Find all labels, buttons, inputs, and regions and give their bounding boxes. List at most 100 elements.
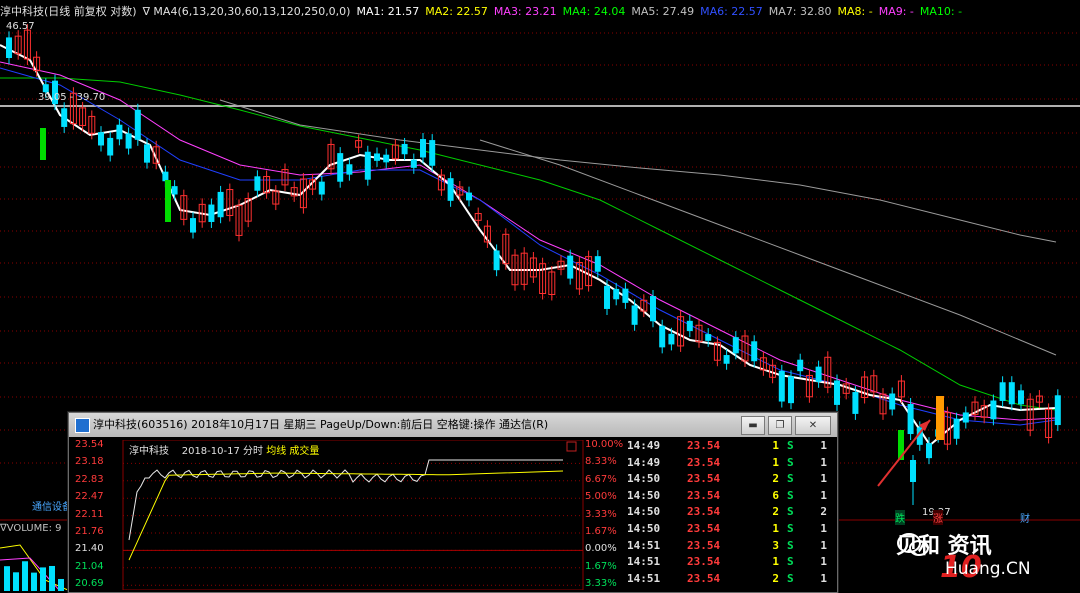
price-axis-label: 22.83 (75, 473, 104, 485)
tick-n: 1 (820, 538, 827, 552)
tick-n: 1 (820, 555, 827, 569)
tick-vol: 2 (772, 505, 779, 519)
price-axis-label: 21.04 (75, 560, 104, 572)
tick-vol: 1 (772, 522, 779, 535)
ma-legend-item: MA1: 21.57 (356, 5, 420, 18)
tick-row[interactable]: 14:50 23.54 6 S 1 (625, 489, 835, 506)
tick-side: S (787, 538, 794, 552)
tick-side: S (787, 488, 794, 502)
tick-price: 23.54 (687, 439, 721, 452)
indicator-legend: 淳中科技(日线 前复权 对数) ∇ MA4(6,13,20,30,60,13,12… (0, 3, 974, 19)
price-axis-label: 20.69 (75, 578, 104, 590)
tick-side: S (787, 455, 794, 469)
tick-vol: 1 (772, 439, 779, 452)
percent-axis-label: 1.67% (585, 526, 617, 537)
tick-vol: 2 (772, 571, 779, 585)
tick-side: S (787, 522, 794, 535)
ma-legend-item: MA6: 22.57 (700, 5, 763, 18)
maximize-button[interactable]: ❐ (768, 416, 792, 435)
watermark-site: Huang.CN (945, 559, 1031, 579)
close-button[interactable]: ✕ (795, 416, 831, 435)
tick-vol: 6 (772, 488, 779, 502)
volume-pane (0, 544, 71, 591)
percent-axis-label: 8.33% (585, 456, 617, 468)
level-range-label: 39.05 - 39.70 (38, 92, 106, 103)
marker-finance[interactable]: 财 (1020, 510, 1030, 525)
tick-time: 14:50 (627, 472, 661, 486)
tick-time: 14:50 (627, 522, 661, 535)
tick-row[interactable]: 14:51 23.54 1 S 1 (625, 555, 835, 572)
percent-axis-label: 6.67% (585, 473, 617, 485)
dialog-titlebar[interactable]: 淳中科技(603516) 2018年10月17日 星期三 PageUp/Down… (69, 413, 837, 437)
ma-legend-item: MA2: 22.57 (425, 5, 488, 18)
price-axis-label: 21.76 (75, 526, 104, 537)
high-price-label: 46.57 (6, 21, 35, 32)
percent-axis-label: 1.67% (585, 560, 617, 572)
tick-n: 1 (820, 455, 827, 469)
price-axis-label: 22.11 (75, 508, 104, 520)
tick-price: 23.54 (687, 488, 721, 502)
ma-legend-item: MA10: - (919, 5, 963, 18)
tick-time: 14:51 (627, 571, 661, 585)
sector-label[interactable]: 通信设备 (32, 498, 72, 513)
tick-side: S (787, 555, 794, 569)
tick-row[interactable]: 14:50 23.54 1 S 1 (625, 522, 835, 539)
ma-legend-item: MA3: 23.21 (493, 5, 557, 18)
tick-price: 23.54 (687, 455, 721, 469)
tick-n: 1 (820, 472, 827, 486)
tick-n: 1 (820, 439, 827, 452)
tick-row[interactable]: 14:51 23.54 2 S 1 (625, 572, 835, 589)
tick-row[interactable]: 14:50 23.54 2 S 1 (625, 472, 835, 489)
tick-time: 14:50 (627, 488, 661, 502)
tick-n: 1 (820, 488, 827, 502)
intraday-dialog[interactable]: 淳中科技(603516) 2018年10月17日 星期三 PageUp/Down… (68, 412, 838, 593)
minimize-button[interactable]: ▬ (741, 416, 765, 435)
tick-vol: 1 (772, 555, 779, 569)
tick-n: 1 (820, 571, 827, 585)
tick-time: 14:49 (627, 439, 661, 452)
volume-indicator-label[interactable]: ∇VOLUME: 9 (0, 523, 61, 534)
tick-vol: 1 (772, 455, 779, 469)
tick-price: 23.54 (687, 522, 721, 535)
price-axis-label: 23.54 (75, 439, 104, 450)
tick-vol: 2 (772, 472, 779, 486)
tick-price: 23.54 (687, 571, 721, 585)
ma-legend-item: MA5: 27.49 (631, 5, 695, 18)
tick-n: 1 (820, 522, 827, 535)
tick-row[interactable]: 14:50 23.54 2 S 2 (625, 505, 835, 522)
tick-side: S (787, 472, 794, 486)
tick-row[interactable]: 14:51 23.54 3 S 1 (625, 539, 835, 556)
tick-price: 23.54 (687, 555, 721, 569)
tick-side: S (787, 505, 794, 519)
marker-down[interactable]: 跌 (895, 510, 905, 525)
tick-row[interactable]: 14:49 23.54 1 S 1 (625, 456, 835, 473)
price-axis-label: 21.40 (75, 543, 104, 555)
tick-price: 23.54 (687, 472, 721, 486)
tick-price: 23.54 (687, 505, 721, 519)
ma-legend-item: MA9: - (878, 5, 914, 18)
tick-side: S (787, 571, 794, 585)
intraday-axes: 23.54 23.18 22.83 22.47 22.11 21.76 21.40 21.04… (73, 439, 624, 590)
tick-time: 14:51 (627, 555, 661, 569)
indicator-name[interactable]: ∇ MA4(6,13,20,30,60,13,120,250,0,0) (143, 5, 351, 18)
price-axis-label: 22.47 (75, 491, 104, 503)
tick-vol: 3 (772, 538, 779, 552)
dialog-title: 淳中科技(603516) 2018年10月17日 星期三 PageUp/Down… (93, 418, 549, 431)
ma-legend-item: MA7: 32.80 (768, 5, 832, 18)
percent-axis-label: 10.00% (585, 439, 624, 450)
tick-time: 14:50 (627, 505, 661, 519)
percent-axis-label: 3.33% (585, 508, 617, 520)
percent-axis-label: 5.00% (585, 491, 617, 503)
tick-list[interactable]: 14:49 23.54 1 S 1 14:49 23.54 1 S 1 14:50 23.54 2 S 1 1… (625, 439, 835, 592)
app-icon (75, 418, 90, 433)
ma-legend-item: MA4: 24.04 (562, 5, 626, 18)
percent-axis-label: 0.00% (585, 543, 617, 555)
ma-legend-item: MA8: - (837, 5, 873, 18)
marker-up[interactable]: 涨 (933, 510, 943, 525)
price-axis-label: 23.18 (75, 456, 104, 468)
stock-header: 淳中科技(日线 前复权 对数) (0, 5, 137, 18)
tick-row[interactable]: 14:49 23.54 1 S 1 (625, 439, 835, 456)
tick-time: 14:49 (627, 455, 661, 469)
percent-axis-label: 3.33% (585, 578, 617, 590)
tick-price: 23.54 (687, 538, 721, 552)
